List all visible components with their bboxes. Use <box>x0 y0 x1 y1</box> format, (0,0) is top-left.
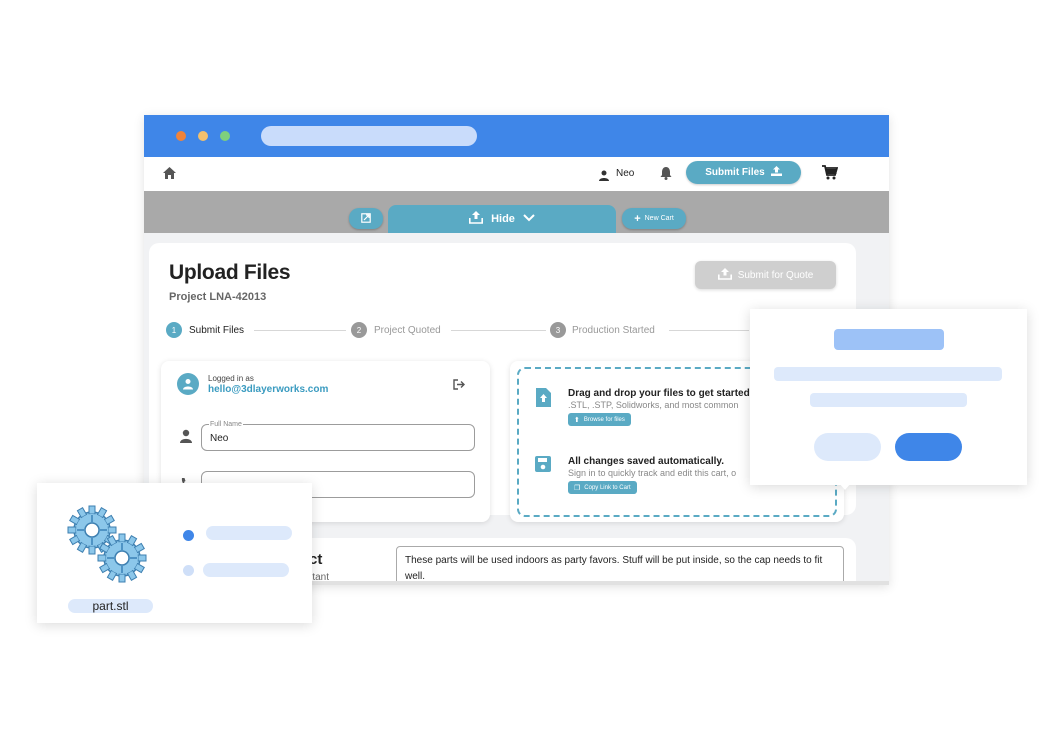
cart-icon[interactable] <box>822 165 839 185</box>
person-icon <box>180 429 192 448</box>
step-3-label: Production Started <box>572 325 655 336</box>
dialog-line-placeholder <box>774 367 1002 381</box>
option-radio[interactable] <box>183 565 194 576</box>
step-1-label: Submit Files <box>189 325 245 336</box>
file-upload-icon <box>536 388 551 412</box>
new-cart-label: New Cart <box>644 215 674 222</box>
dialog-cancel-button[interactable] <box>814 433 881 461</box>
option-radio-selected[interactable] <box>183 530 194 541</box>
step-3-number: 3 <box>550 322 566 338</box>
notes-textarea[interactable]: These parts will be used indoors as part… <box>396 546 844 585</box>
submit-quote-label: Submit for Quote <box>737 269 814 281</box>
upload-tray-icon <box>469 211 484 227</box>
hide-label: Hide <box>491 213 515 225</box>
open-external-button[interactable] <box>349 208 383 229</box>
full-name-value: Neo <box>210 433 229 444</box>
logout-icon[interactable] <box>453 377 465 395</box>
open-external-icon <box>361 212 371 225</box>
copy-link-button[interactable]: ❐ Copy Link to Cart <box>568 481 637 494</box>
upload-icon <box>717 267 732 283</box>
logged-in-label: Logged in as <box>208 374 254 383</box>
step-1-number: 1 <box>166 322 182 338</box>
avatar <box>177 373 199 395</box>
address-bar[interactable] <box>261 126 477 146</box>
file-name: part.stl <box>68 599 153 613</box>
top-nav: Neo Submit Files <box>144 157 889 192</box>
step-2-label: Project Quoted <box>374 325 441 336</box>
copy-link-label: Copy Link to Cart <box>584 484 631 491</box>
option-label-placeholder <box>203 563 289 577</box>
dialog-confirm-button[interactable] <box>895 433 962 461</box>
home-icon[interactable] <box>162 166 177 185</box>
save-icon <box>535 456 551 477</box>
step-connector <box>669 330 749 331</box>
dialog-title-placeholder <box>834 329 944 350</box>
step-connector <box>451 330 546 331</box>
saved-title: All changes saved automatically. <box>568 456 724 467</box>
project-id: Project LNA-42013 <box>169 291 267 303</box>
user-name[interactable]: Neo <box>616 168 634 179</box>
bell-icon[interactable] <box>660 166 672 185</box>
confirm-dialog <box>750 309 1027 490</box>
file-card: part.stl <box>37 483 312 623</box>
option-label-placeholder <box>206 526 292 540</box>
copy-icon: ❐ <box>574 484 581 492</box>
person-icon <box>183 379 193 390</box>
dropzone-formats: .STL, .STP, Solidworks, and most common <box>568 400 739 410</box>
dropzone-title: Drag and drop your files to get started <box>568 388 750 399</box>
account-email[interactable]: hello@3dlayerworks.com <box>208 384 328 395</box>
step-2-number: 2 <box>351 322 367 338</box>
maximize-window-dot[interactable] <box>220 131 230 141</box>
close-window-dot[interactable] <box>176 131 186 141</box>
submit-files-button[interactable]: Submit Files <box>686 161 801 184</box>
page-title: Upload Files <box>169 261 291 284</box>
title-bar <box>144 115 889 157</box>
full-name-field[interactable]: Full Name Neo <box>201 421 475 451</box>
new-cart-button[interactable]: + New Cart <box>622 208 686 229</box>
submit-files-label: Submit Files <box>705 167 765 178</box>
browse-files-label: Browse for files <box>583 416 625 423</box>
browse-files-button[interactable]: ⬆ Browse for files <box>568 413 631 426</box>
step-connector <box>254 330 346 331</box>
minimize-window-dot[interactable] <box>198 131 208 141</box>
full-name-label: Full Name <box>209 421 243 428</box>
chevron-down-icon <box>523 213 535 225</box>
upload-icon <box>770 166 782 179</box>
submit-quote-button[interactable]: Submit for Quote <box>695 261 836 289</box>
saved-subtitle: Sign in to quickly track and edit this c… <box>568 468 737 478</box>
gears-icon <box>64 500 154 590</box>
user-icon <box>599 168 609 186</box>
cart-toolbar: Hide + New Cart <box>144 191 889 233</box>
dialog-line-placeholder <box>810 393 967 407</box>
hide-toggle[interactable]: Hide <box>388 205 616 233</box>
upload-icon: ⬆ <box>574 416 580 424</box>
dialog-pointer <box>839 483 851 490</box>
plus-icon: + <box>634 212 641 225</box>
